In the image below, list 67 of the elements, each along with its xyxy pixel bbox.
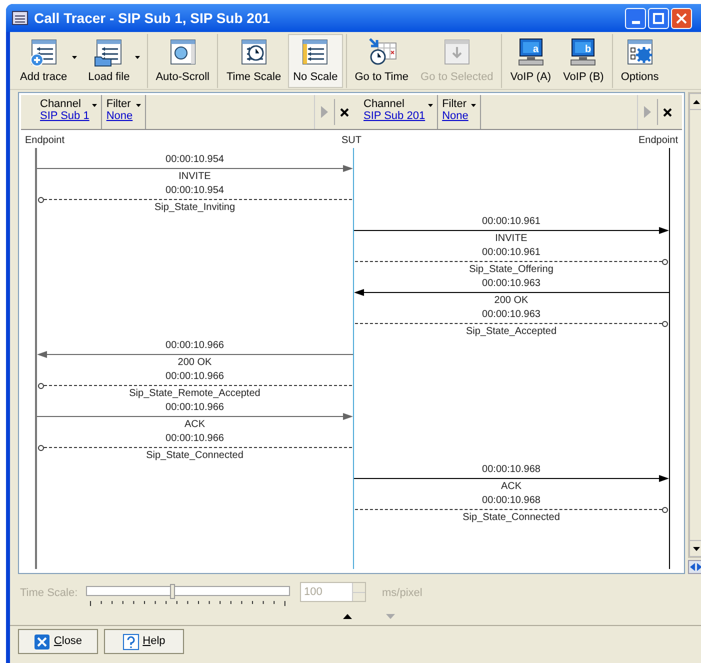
up-arrow-icon xyxy=(693,100,700,104)
timestamp: 00:00:10.961 xyxy=(482,247,540,259)
timestamp: 00:00:10.954 xyxy=(166,185,224,197)
unit-label: ms/pixel xyxy=(382,586,422,601)
channel-dropdown[interactable]: Channel SIP Sub 1 xyxy=(36,95,102,129)
close-icon xyxy=(34,634,50,650)
up-triangle-icon[interactable] xyxy=(342,614,352,619)
message-label: ACK xyxy=(184,419,206,431)
lifeline-label: Endpoint xyxy=(25,134,64,148)
window-icon xyxy=(12,11,28,25)
minimize-icon xyxy=(632,20,640,24)
scroll-down-button[interactable] xyxy=(689,540,701,557)
timestamp: 00:00:10.961 xyxy=(482,216,540,228)
down-arrow-icon xyxy=(693,546,700,550)
state-label: Sip_State_Remote_Accepted xyxy=(129,388,260,400)
timestamp: 00:00:10.963 xyxy=(482,278,540,290)
toolbar-button[interactable]: Load file xyxy=(83,34,135,88)
state-label: Sip_State_Offering xyxy=(469,264,554,276)
filter-dropdown[interactable]: Filter None xyxy=(102,95,146,129)
message-label: 200 OK xyxy=(178,357,212,369)
caret-icon xyxy=(471,104,476,107)
close-icon xyxy=(663,108,672,116)
message-label: ACK xyxy=(500,481,522,493)
help-button[interactable]: Help xyxy=(104,629,184,654)
help-icon xyxy=(122,634,139,650)
maximize-icon xyxy=(653,12,664,24)
toolbar-button[interactable]: Auto-Scroll xyxy=(150,34,214,88)
filter-dropdown[interactable]: Filter None xyxy=(438,95,482,129)
toolbar-button[interactable]: Go to Time xyxy=(350,34,414,88)
time-scale-label: Time Scale: xyxy=(20,586,79,601)
close-button[interactable]: Close xyxy=(18,629,98,654)
toolbar-button[interactable]: Add trace xyxy=(15,34,72,88)
minimize-button[interactable] xyxy=(625,8,646,28)
toolbar-button[interactable]: No Scale xyxy=(288,34,343,88)
caret-icon xyxy=(92,104,98,107)
toolbar-button[interactable]: Time Scale xyxy=(221,34,286,88)
scroll-up-button[interactable] xyxy=(689,93,701,110)
toolbar-button[interactable]: Options xyxy=(616,34,664,88)
state-label: Sip_State_Accepted xyxy=(466,326,557,338)
timestamp: 00:00:10.966 xyxy=(166,402,224,414)
timestamp: 00:00:10.963 xyxy=(482,309,540,321)
maximize-button[interactable] xyxy=(648,8,669,28)
lifeline-label: SUT xyxy=(342,134,362,148)
message-label: 200 OK xyxy=(494,295,528,307)
timestamp: 00:00:10.966 xyxy=(166,371,224,383)
timestamp: 00:00:10.968 xyxy=(482,495,540,507)
state-label: Sip_State_Connected xyxy=(462,512,560,524)
message-label: INVITE xyxy=(495,233,528,245)
timestamp: 00:00:10.954 xyxy=(166,154,224,166)
timestamp: 00:00:10.966 xyxy=(166,340,224,352)
channel-dropdown[interactable]: Channel SIP Sub 201 xyxy=(360,95,438,129)
state-label: Sip_State_Connected xyxy=(146,450,244,462)
state-label: Sip_State_Inviting xyxy=(154,202,236,214)
scrollbar[interactable] xyxy=(688,92,701,574)
close-icon xyxy=(340,108,348,116)
toolbar-button[interactable]: a VoIP (A) xyxy=(505,34,556,88)
message-label: INVITE xyxy=(178,171,211,183)
caret-icon xyxy=(428,104,434,107)
left-right-arrows-icon[interactable] xyxy=(688,560,701,574)
close-window-button[interactable] xyxy=(671,8,692,28)
lifeline-label: Endpoint xyxy=(638,134,678,148)
close-icon xyxy=(676,12,687,24)
toolbar-button[interactable]: b VoIP (B) xyxy=(558,34,609,88)
window-title: Call Tracer - SIP Sub 1, SIP Sub 201 xyxy=(34,8,272,28)
timestamp: 00:00:10.966 xyxy=(166,433,224,445)
timestamp: 00:00:10.968 xyxy=(482,464,540,476)
caret-icon xyxy=(136,104,141,107)
